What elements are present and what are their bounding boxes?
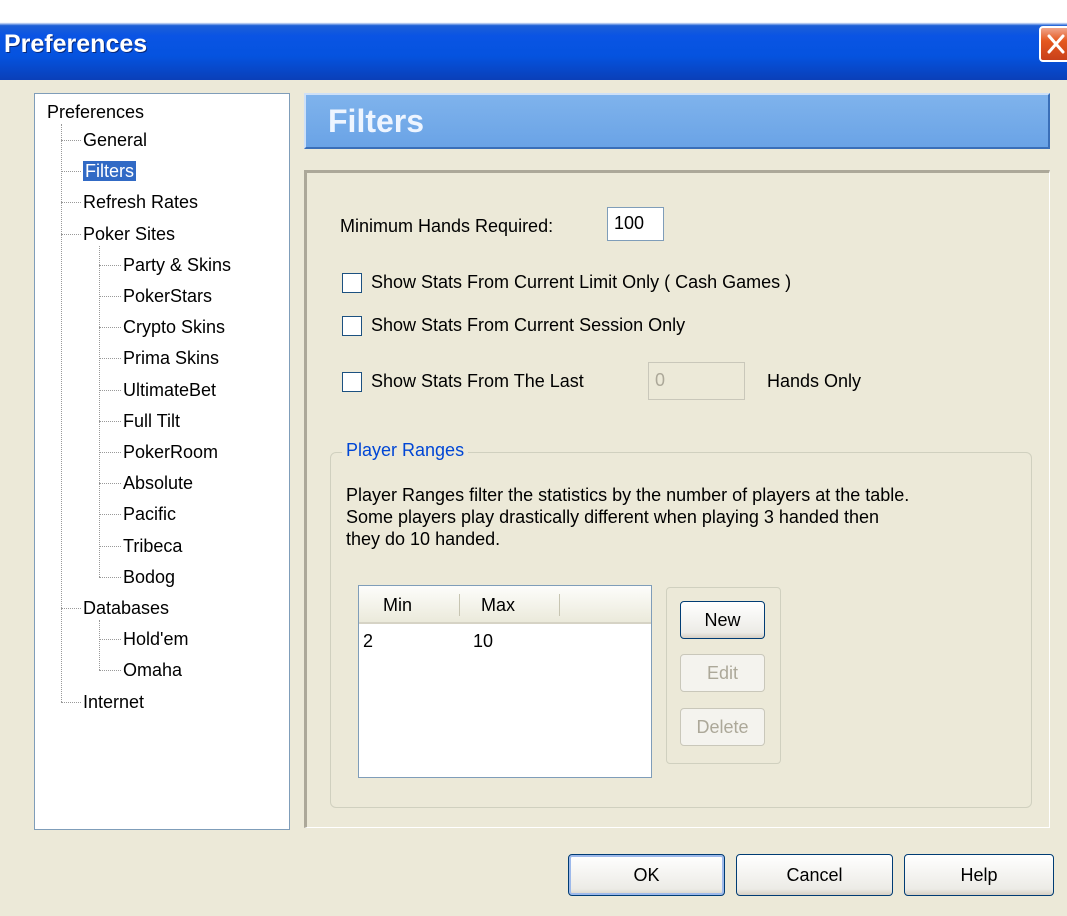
section-header: Filters (304, 93, 1050, 149)
row-min-cell: 2 (363, 631, 374, 651)
tree-connector (99, 389, 121, 391)
tree-connector (61, 140, 81, 141)
tree-connector (99, 420, 121, 422)
min-hands-input[interactable]: 100 (607, 207, 664, 241)
tree-connector (61, 124, 62, 702)
tree-item-label: Bodog (123, 566, 176, 587)
tree-connector (99, 245, 100, 577)
player-ranges-description: Player Ranges filter the statistics by t… (346, 484, 1036, 550)
help-button[interactable]: Help (904, 854, 1054, 896)
tree-connector (61, 701, 81, 703)
tree-item-tribeca[interactable]: Tribeca (123, 532, 182, 560)
row-max-cell: 10 (473, 631, 494, 651)
tree-root-preferences[interactable]: Preferences (47, 98, 144, 126)
cancel-button[interactable]: Cancel (736, 854, 893, 896)
tree-item-pokerroom[interactable]: PokerRoom (123, 438, 218, 466)
tree-item-poker-sites[interactable]: Poker Sites (83, 220, 175, 248)
tree-connector (99, 639, 121, 641)
tree-item-crypto-skins[interactable]: Crypto Skins (123, 313, 225, 341)
tree-connector (99, 358, 121, 360)
tree-connector (99, 545, 121, 547)
tree-connector (99, 296, 121, 297)
tree-item-label: Omaha (123, 660, 183, 681)
tree-item-absolute[interactable]: Absolute (123, 469, 193, 497)
tree-item-internet[interactable]: Internet (83, 688, 144, 716)
column-separator[interactable] (459, 594, 460, 616)
section-title: Filters (328, 103, 425, 139)
tree-connector (99, 620, 100, 671)
tree-item-label: Hold'em (123, 629, 189, 650)
tree-connector (61, 171, 81, 173)
window-title: Preferences (4, 30, 148, 58)
tree-item-party-skins[interactable]: Party & Skins (123, 251, 231, 279)
tree-item-databases[interactable]: Databases (83, 594, 169, 622)
column-header-max[interactable]: Max (481, 594, 515, 616)
last-hands-label: Show Stats From The Last (371, 371, 584, 391)
title-bar[interactable]: Preferences (0, 0, 1067, 80)
new-button[interactable]: New (680, 601, 765, 639)
description-line: Some players play drastically different … (346, 507, 879, 527)
tree-connector (61, 233, 81, 235)
preferences-tree[interactable]: Preferences General Filters Refresh Rates P… (34, 93, 290, 830)
tree-item-label: Full Tilt (123, 410, 181, 431)
close-button[interactable] (1039, 26, 1067, 62)
tree-item-label: PokerRoom (123, 442, 219, 462)
tree-item-bodog[interactable]: Bodog (123, 563, 175, 591)
tree-item-ultimatebet[interactable]: UltimateBet (123, 376, 216, 404)
tree-item-hold-em[interactable]: Hold'em (123, 625, 188, 653)
current-limit-checkbox[interactable] (342, 273, 362, 293)
edit-button[interactable]: Edit (680, 654, 765, 692)
current-limit-label: Show Stats From Current Limit Only ( Cas… (371, 272, 792, 292)
tree-connector (99, 514, 121, 516)
player-ranges-list[interactable]: Min Max 2 10 (358, 585, 652, 778)
tree-connector (61, 202, 81, 204)
tree-item-label: Databases (83, 598, 170, 618)
tree-item-filters[interactable]: Filters (83, 157, 136, 185)
tree-connector (99, 670, 121, 672)
tree-item-label: Crypto Skins (123, 317, 226, 338)
current-session-label: Show Stats From Current Session Only (371, 315, 686, 335)
min-hands-label: Minimum Hands Required: (340, 216, 554, 236)
ok-button[interactable]: OK (568, 854, 725, 896)
tree-item-label: UltimateBet (123, 379, 217, 400)
tree-connector (61, 608, 81, 609)
tree-item-general[interactable]: General (83, 126, 147, 154)
tree-item-refresh-rates[interactable]: Refresh Rates (83, 188, 198, 216)
tree-connector (99, 576, 121, 578)
current-session-checkbox[interactable] (342, 316, 362, 336)
tree-item-label: Party & Skins (123, 254, 232, 275)
tree-connector (99, 327, 121, 329)
tree-item-omaha[interactable]: Omaha (123, 656, 182, 684)
tree-item-label: General (83, 130, 148, 150)
tree-root-label: Preferences (47, 102, 145, 122)
tree-item-label: Tribeca (123, 535, 183, 556)
last-hands-input[interactable]: 0 (648, 362, 745, 400)
tree-item-label: Absolute (123, 473, 194, 494)
tree-item-full-tilt[interactable]: Full Tilt (123, 407, 180, 435)
tree-item-label: Refresh Rates (83, 192, 199, 213)
tree-item-label: Filters (83, 161, 136, 182)
tree-item-label: Poker Sites (83, 223, 176, 244)
column-header-min[interactable]: Min (383, 594, 412, 616)
tree-item-pokerstars[interactable]: PokerStars (123, 282, 212, 310)
close-icon (1047, 34, 1065, 54)
tree-item-label: Pacific (123, 504, 177, 525)
description-line: Player Ranges filter the statistics by t… (346, 485, 910, 505)
tree-item-prima-skins[interactable]: Prima Skins (123, 344, 219, 372)
delete-button[interactable]: Delete (680, 708, 765, 746)
tree-item-label: Internet (83, 691, 145, 712)
last-hands-checkbox[interactable] (342, 372, 362, 392)
tree-item-label: PokerStars (123, 286, 213, 306)
description-line: they do 10 handed. (346, 529, 501, 549)
tree-connector (99, 483, 121, 485)
column-separator[interactable] (559, 594, 560, 616)
tree-connector (99, 264, 121, 266)
tree-item-label: Prima Skins (123, 348, 220, 369)
tree-connector (99, 452, 121, 453)
player-ranges-title: Player Ranges (342, 438, 469, 462)
list-header: Min Max (359, 586, 651, 624)
hands-only-label: Hands Only (767, 371, 862, 391)
tree-item-pacific[interactable]: Pacific (123, 500, 176, 528)
